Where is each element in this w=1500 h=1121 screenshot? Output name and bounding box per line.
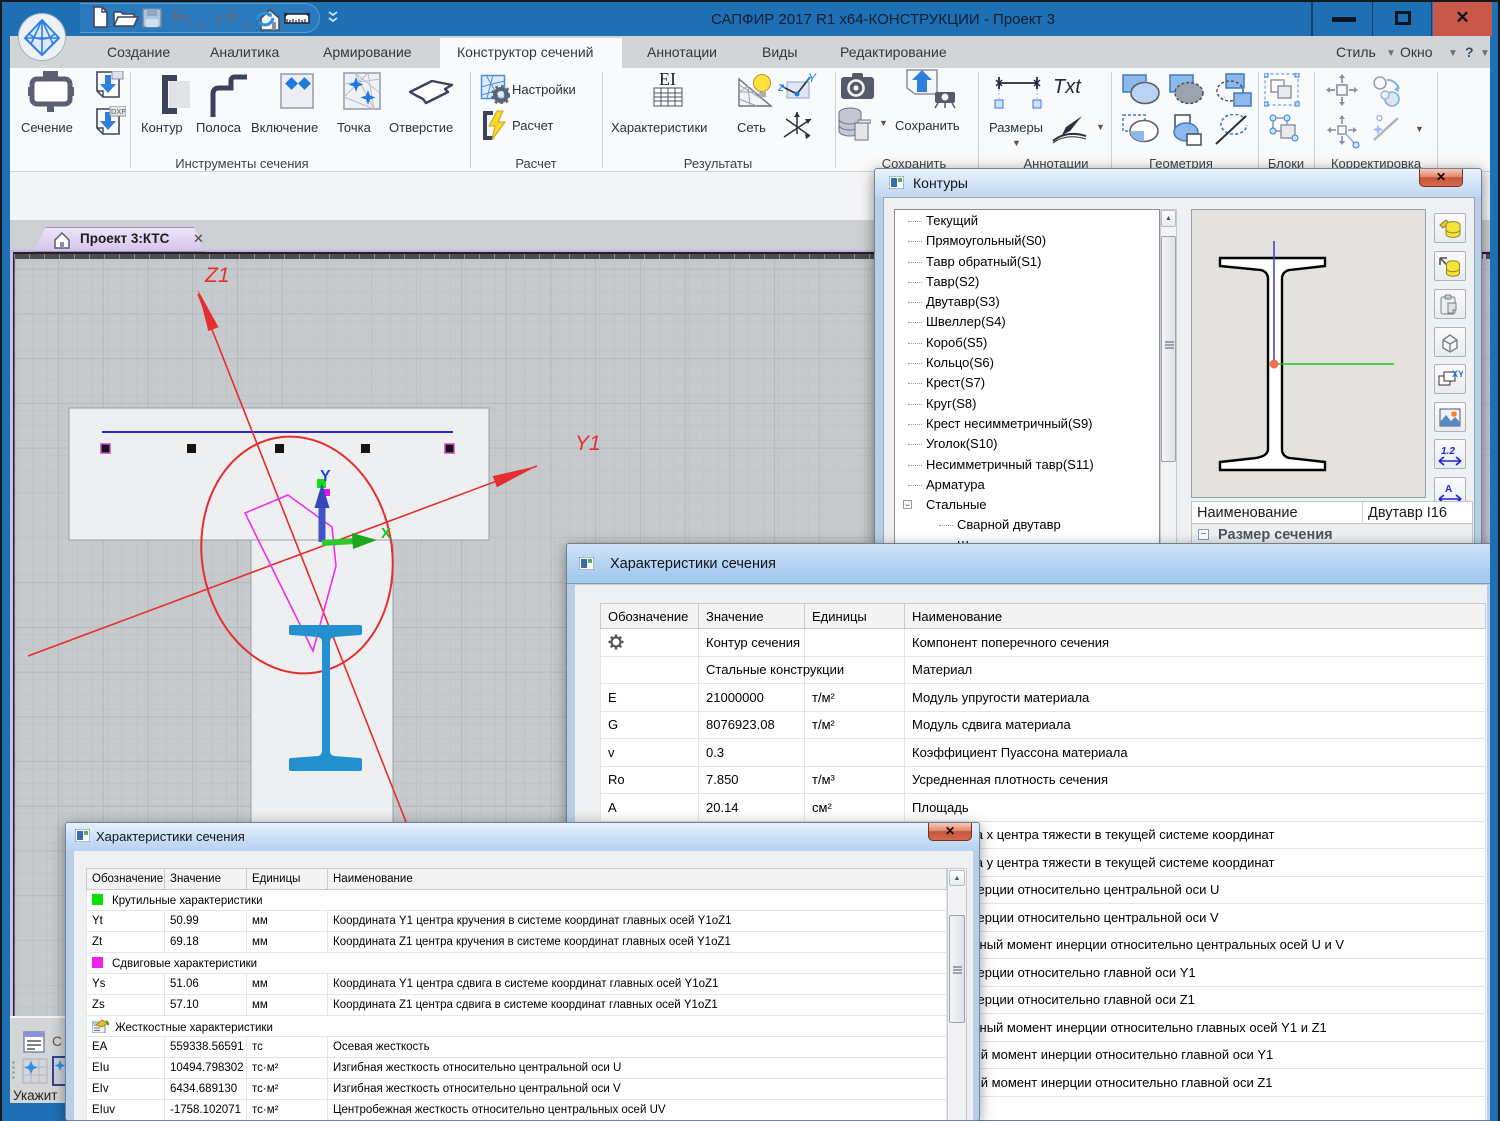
svg-text:DXF: DXF	[111, 107, 126, 116]
svg-text:1.2: 1.2	[1441, 446, 1455, 457]
svg-text:EI: EI	[659, 70, 676, 89]
svg-text:A: A	[1445, 484, 1452, 495]
svg-text:Y1: Y1	[575, 432, 601, 455]
svg-text:Y: Y	[320, 468, 331, 485]
svg-text:Z1: Z1	[204, 264, 230, 287]
svg-text:X: X	[381, 525, 391, 542]
svg-text:XY: XY	[1452, 369, 1463, 379]
